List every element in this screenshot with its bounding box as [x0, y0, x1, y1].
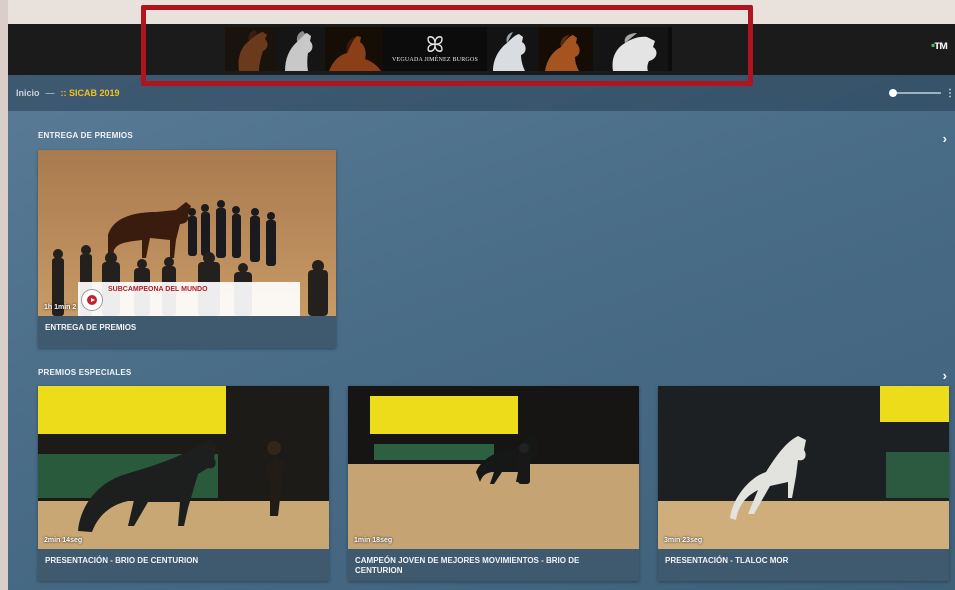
section-next-arrow-icon[interactable]: ›	[943, 368, 947, 383]
video-thumbnail[interactable]: 2min 14seg	[38, 386, 329, 549]
video-card[interactable]: 1min 18seg CAMPEÓN JOVEN DE MEJORES MOVI…	[348, 386, 639, 581]
section-title-entrega: ENTREGA DE PREMIOS	[38, 131, 133, 140]
video-duration: 3min 23seg	[664, 537, 703, 544]
tlaloc-presentation-image	[658, 386, 949, 549]
video-title[interactable]: CAMPEÓN JOVEN DE MEJORES MOVIMIENTOS - B…	[355, 556, 639, 576]
zoom-slider-knob[interactable]	[889, 89, 897, 97]
brio-presentation-image	[38, 386, 329, 549]
video-duration: 1h 1min 2	[44, 304, 77, 311]
app-logo[interactable]: ▪ᴛᴍ	[931, 38, 948, 52]
video-card[interactable]: 2min 14seg PRESENTACIÓN - BRIO DE CENTUR…	[38, 386, 329, 581]
brio-movements-image	[348, 386, 639, 549]
video-duration: 1min 18seg	[354, 537, 393, 544]
play-icon[interactable]	[87, 295, 97, 305]
video-card[interactable]: 3min 23seg PRESENTACIÓN - TLALOC MOR	[658, 386, 949, 581]
section-next-arrow-icon[interactable]: ›	[943, 131, 947, 146]
section-title-premios-especiales: PREMIOS ESPECIALES	[38, 368, 132, 377]
more-icon[interactable]: ⋮	[945, 88, 955, 99]
play-seal-icon[interactable]	[81, 289, 103, 311]
video-thumbnail[interactable]: 1min 18seg	[348, 386, 639, 549]
lower-third-banner: SUBCAMPEONA DEL MUNDO	[78, 282, 300, 316]
breadcrumb-current[interactable]: :: SICAB 2019	[61, 88, 120, 98]
lower-third-text: SUBCAMPEONA DEL MUNDO	[108, 286, 208, 293]
video-title[interactable]: PRESENTACIÓN - BRIO DE CENTURION	[45, 556, 208, 566]
video-duration: 2min 14seg	[44, 537, 83, 544]
video-thumbnail[interactable]: SUBCAMPEONA DEL MUNDO 1h 1min 2	[38, 150, 336, 316]
highlight-box	[141, 5, 753, 86]
video-thumbnail[interactable]: 3min 23seg	[658, 386, 949, 549]
breadcrumb-home-link[interactable]: Inicio	[16, 88, 40, 98]
video-title[interactable]: PRESENTACIÓN - TLALOC MOR	[665, 556, 798, 566]
breadcrumb-separator: —	[45, 88, 55, 98]
zoom-slider[interactable]	[889, 89, 941, 97]
page-background	[0, 0, 8, 590]
video-card[interactable]: SUBCAMPEONA DEL MUNDO 1h 1min 2 ENTREGA …	[38, 150, 336, 348]
app-window: ꕤ VEGUADA JIMÉNEZ BURGOS ▪ᴛᴍ Inicio —::…	[8, 24, 955, 590]
video-title[interactable]: ENTREGA DE PREMIOS	[45, 323, 146, 333]
